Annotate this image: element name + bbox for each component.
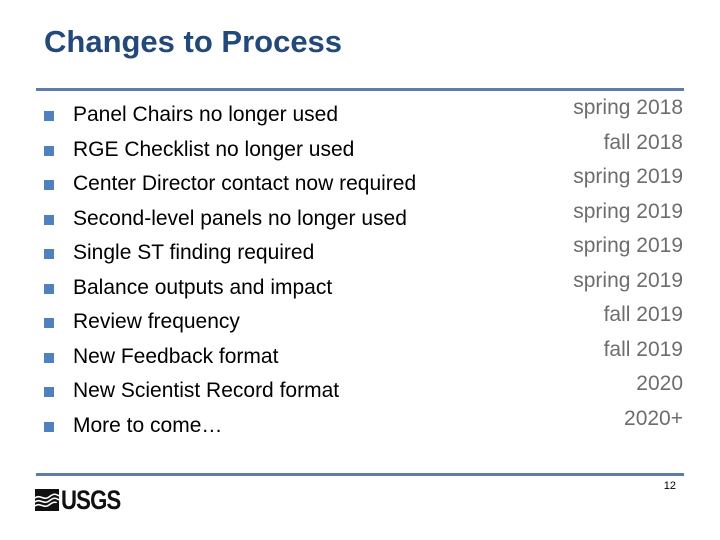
list-item: Center Director contact now required [44,167,416,202]
change-label: RGE Checklist no longer used [73,137,355,161]
bullet-square-icon [44,387,54,398]
list-item: Review frequency [44,305,416,340]
change-label: Center Director contact now required [73,172,417,196]
change-date: spring 2019 [573,234,683,257]
list-item: More to come… [44,409,416,444]
slide-title: Changes to Process [44,24,343,59]
bullet-square-icon [44,318,54,329]
change-label: Panel Chairs no longer used [73,103,339,127]
usgs-waves-icon [35,489,59,511]
list-item: New Feedback format [44,340,416,375]
change-date: spring 2019 [573,199,683,223]
change-date: fall 2019 [603,337,683,361]
bullet-square-icon [44,180,54,191]
change-label: Balance outputs and impact [73,275,333,299]
page-number: 12 [663,480,676,492]
bullet-square-icon [44,111,54,122]
usgs-wordmark: USGS [61,485,121,515]
change-date: 2020+ [624,406,683,430]
change-date: spring 2019 [573,165,683,188]
list-item: Panel Chairs no longer used [44,98,416,133]
usgs-logo: USGS [35,485,134,515]
bullet-square-icon [44,249,54,260]
change-date: fall 2018 [603,130,683,154]
date-list: spring 2018 fall 2018 spring 2019 spring… [573,91,683,436]
change-label: New Scientist Record format [73,379,340,403]
bullet-square-icon [44,214,54,225]
list-item: Single ST finding required [44,236,416,271]
bullet-square-icon [44,283,54,294]
change-list: Panel Chairs no longer used RGE Checklis… [44,98,416,443]
change-date: 2020 [636,372,683,395]
change-label: Review frequency [73,310,240,334]
change-date: spring 2019 [573,268,683,292]
change-label: More to come… [73,413,223,437]
change-label: New Feedback format [73,344,279,368]
footer-divider [36,473,684,476]
change-label: Single ST finding required [73,241,315,265]
list-item: RGE Checklist no longer used [44,133,416,168]
bullet-square-icon [44,145,54,156]
list-item: Second-level panels no longer used [44,202,416,237]
change-label: Second-level panels no longer used [73,206,407,230]
bullet-square-icon [44,352,54,363]
change-date: spring 2018 [573,96,683,119]
bullet-square-icon [44,421,54,432]
change-date: fall 2019 [603,303,683,326]
list-item: New Scientist Record format [44,374,416,409]
list-item: Balance outputs and impact [44,271,416,306]
